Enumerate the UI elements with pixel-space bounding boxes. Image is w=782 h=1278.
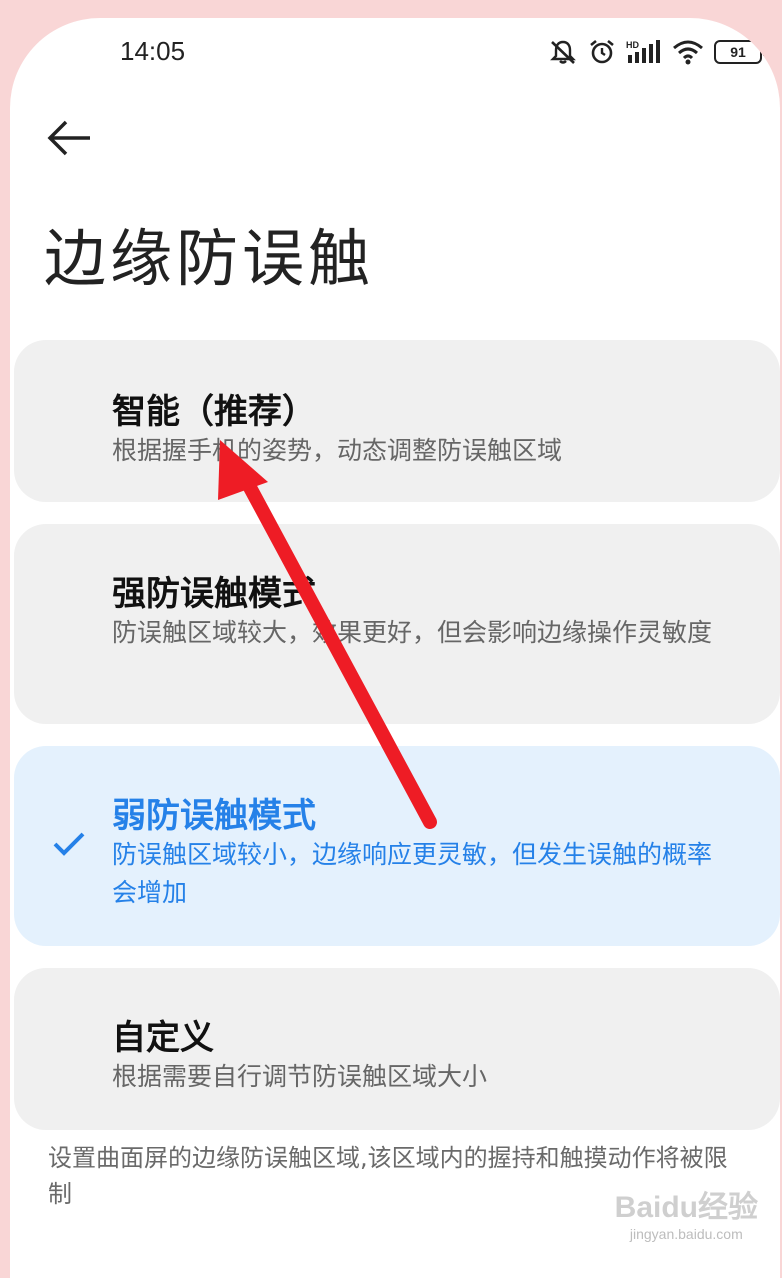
- page-title: 边缘防误触: [44, 222, 375, 295]
- option-smart[interactable]: 智能（推荐） 根据握手机的姿势，动态调整防误触区域: [14, 340, 780, 502]
- signal-hd-label: HD: [626, 40, 639, 50]
- checkmark-icon: [53, 832, 85, 856]
- status-icons: HD 91: [548, 38, 766, 66]
- option-strong[interactable]: 强防误触模式 防误触区域较大，效果更好，但会影响边缘操作灵敏度: [14, 524, 780, 724]
- status-bar: 14:05 HD 91: [10, 18, 780, 88]
- signal-icon: HD: [626, 40, 660, 63]
- status-time: 14:05: [120, 36, 186, 66]
- back-arrow-icon[interactable]: [44, 118, 94, 158]
- baidu-watermark: Baidu经验 jingyan.baidu.com: [615, 1182, 758, 1242]
- option-weak[interactable]: 弱防误触模式 防误触区域较小，边缘响应更灵敏，但发生误触的概率会增加: [14, 746, 780, 946]
- phone-screen: 14:05 HD 91 边缘防误触 智能（推荐） 根据握手机的姿势，动态调整防误…: [10, 18, 780, 1278]
- option-description: 防误触区域较小，边缘响应更灵敏，但发生误触的概率会增加: [112, 840, 713, 907]
- option-title: 强防误触模式: [112, 574, 316, 614]
- watermark-url: jingyan.baidu.com: [629, 1226, 743, 1242]
- mute-icon: [550, 40, 576, 64]
- watermark-brand: Baidu经验: [614, 1191, 758, 1224]
- option-description: 防误触区域较大，效果更好，但会影响边缘操作灵敏度: [112, 618, 713, 647]
- option-description: 根据需要自行调节防误触区域大小: [112, 1062, 488, 1091]
- option-description: 根据握手机的姿势，动态调整防误触区域: [112, 436, 563, 465]
- option-title: 弱防误触模式: [112, 796, 316, 836]
- option-title: 智能（推荐）: [112, 392, 316, 432]
- battery-indicator: 91: [714, 40, 766, 64]
- option-custom[interactable]: 自定义 根据需要自行调节防误触区域大小: [14, 968, 780, 1130]
- alarm-icon: [590, 39, 614, 64]
- wifi-icon: [673, 40, 703, 65]
- option-title: 自定义: [112, 1018, 214, 1058]
